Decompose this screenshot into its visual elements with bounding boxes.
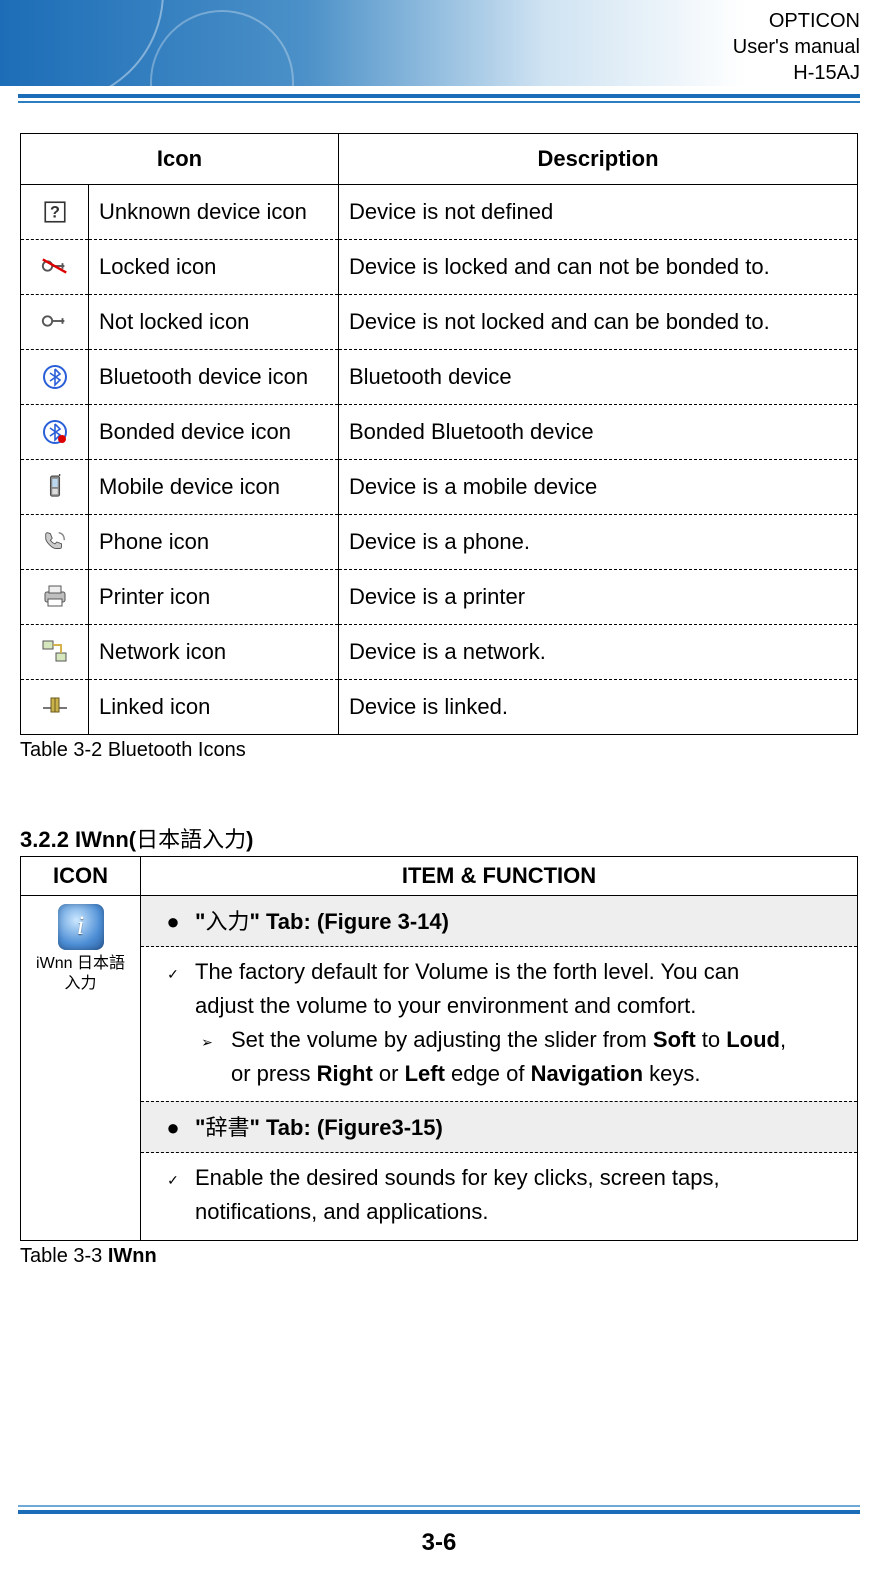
tab1-sub-p1: Set the volume by adjusting the slider f… (231, 1027, 653, 1052)
check-icon: ✓ (151, 1170, 195, 1192)
header-line-2: User's manual (733, 34, 860, 60)
tab1-body: ✓The factory default for Volume is the f… (141, 947, 857, 1101)
table-row: Printer icon Device is a printer (21, 570, 858, 625)
check-icon: ✓ (151, 964, 195, 986)
tab1-sub2-p4: keys. (643, 1061, 700, 1086)
icon-description: Device is a phone. (339, 515, 858, 570)
tab1-sub2-b2: Left (405, 1061, 445, 1086)
heading-suffix: ) (246, 827, 253, 852)
table-row: Locked icon Device is locked and can not… (21, 240, 858, 295)
tab1-sub2-b3: Navigation (531, 1061, 643, 1086)
tab1-sub-b2: Loud (726, 1027, 780, 1052)
mobile-device-icon (40, 474, 70, 500)
printer-icon (40, 584, 70, 610)
tab1-body-line1: The factory default for Volume is the fo… (195, 959, 739, 984)
heading-prefix: 3.2.2 IWnn( (20, 827, 136, 852)
tab2-body-line2: notifications, and applications. (195, 1199, 489, 1224)
phone-icon (40, 529, 70, 555)
col-header-icon: ICON (21, 857, 141, 896)
icon-label: Bonded device icon (89, 405, 339, 460)
icon-description: Device is locked and can not be bonded t… (339, 240, 858, 295)
bluetooth-device-icon (40, 364, 70, 390)
header-band: OPTICON User's manual H-15AJ (0, 0, 878, 86)
tab2-jp: 辞書 (205, 1115, 249, 1140)
table-row: Bluetooth device icon Bluetooth device (21, 350, 858, 405)
tab1-sub2-p1: or press (231, 1061, 317, 1086)
bonded-device-icon (40, 419, 70, 445)
table-row: ? Unknown device icon Device is not defi… (21, 185, 858, 240)
locked-icon (40, 254, 70, 280)
table-row: Phone icon Device is a phone. (21, 515, 858, 570)
triangle-icon: ➢ (195, 1032, 219, 1054)
iwnn-app-icon-cell: iWnn 日本語 入力 (21, 896, 141, 1241)
tab1-sub2-b1: Right (317, 1061, 373, 1086)
tab1-sub2-p2: or (373, 1061, 405, 1086)
icon-description: Bonded Bluetooth device (339, 405, 858, 460)
network-icon (40, 639, 70, 665)
header-line-3: H-15AJ (733, 60, 860, 86)
header-rules (0, 94, 878, 103)
header-line-1: OPTICON (733, 8, 860, 34)
icon-label: Phone icon (89, 515, 339, 570)
icon-description: Device is a mobile device (339, 460, 858, 515)
iwnn-app-icon-label-2: 入力 (25, 974, 136, 994)
col-header-item-function: ITEM & FUNCTION (141, 857, 858, 896)
heading-jp: 日本語入力 (136, 827, 246, 852)
icon-description: Device is linked. (339, 680, 858, 735)
section-3-2-2-heading: 3.2.2 IWnn(日本語入力) (20, 822, 858, 854)
caption-prefix: Table 3-3 (20, 1245, 108, 1267)
iwnn-app-icon-label-1: iWnn 日本語 (25, 954, 136, 974)
icon-label: Network icon (89, 625, 339, 680)
icon-description: Bluetooth device (339, 350, 858, 405)
icon-description: Device is a printer (339, 570, 858, 625)
icon-label: Mobile device icon (89, 460, 339, 515)
icon-description: Device is not defined (339, 185, 858, 240)
icon-description: Device is a network. (339, 625, 858, 680)
table-row: Mobile device icon Device is a mobile de… (21, 460, 858, 515)
svg-text:?: ? (50, 203, 60, 221)
col-header-icon: Icon (21, 134, 339, 185)
icon-label: Bluetooth device icon (89, 350, 339, 405)
tab2-suffix: " Tab: (Figure3-15) (249, 1115, 442, 1140)
table-row: Bonded device icon Bonded Bluetooth devi… (21, 405, 858, 460)
icon-label: Unknown device icon (89, 185, 339, 240)
table-row: Linked icon Device is linked. (21, 680, 858, 735)
col-header-description: Description (339, 134, 858, 185)
tab-header-input: ●"入力" Tab: (Figure 3-14) (141, 896, 857, 947)
tab-header-dictionary: ●"辞書" Tab: (Figure3-15) (141, 1101, 857, 1153)
footer-rules (0, 1505, 878, 1517)
tab1-prefix: " (195, 909, 205, 934)
table-3-2-caption: Table 3-2 Bluetooth Icons (20, 739, 858, 762)
not-locked-icon (40, 309, 70, 335)
tab1-sub-p3: , (780, 1027, 786, 1052)
iwnn-table: ICON ITEM & FUNCTION iWnn 日本語 入力 (20, 856, 858, 1241)
icon-label: Linked icon (89, 680, 339, 735)
tab2-body: ✓Enable the desired sounds for key click… (141, 1153, 857, 1239)
bluetooth-icons-table: Icon Description ? Unknown device icon D… (20, 133, 858, 735)
icon-label: Locked icon (89, 240, 339, 295)
table-row: Network icon Device is a network. (21, 625, 858, 680)
bullet-dot-icon: ● (151, 1115, 195, 1141)
icon-description: Device is not locked and can be bonded t… (339, 295, 858, 350)
linked-icon (40, 694, 70, 720)
bullet-dot-icon: ● (151, 909, 195, 935)
icon-label: Not locked icon (89, 295, 339, 350)
tab1-sub-b1: Soft (653, 1027, 696, 1052)
tab1-sub-p2: to (696, 1027, 727, 1052)
tab2-body-line1: Enable the desired sounds for key clicks… (195, 1165, 720, 1190)
tab1-jp: 入力 (205, 909, 249, 934)
tab2-prefix: " (195, 1115, 205, 1140)
iwnn-app-icon (58, 904, 104, 950)
page-number: 3-6 (0, 1529, 878, 1557)
icon-label: Printer icon (89, 570, 339, 625)
table-3-3-caption: Table 3-3 IWnn (20, 1245, 858, 1268)
tab1-sub2-p3: edge of (445, 1061, 531, 1086)
table-row: Not locked icon Device is not locked and… (21, 295, 858, 350)
tab1-suffix: " Tab: (Figure 3-14) (249, 909, 448, 934)
tab1-body-line2: adjust the volume to your environment an… (195, 993, 696, 1018)
caption-bold: IWnn (108, 1245, 157, 1267)
header-text: OPTICON User's manual H-15AJ (733, 8, 860, 86)
unknown-device-icon: ? (40, 199, 70, 225)
